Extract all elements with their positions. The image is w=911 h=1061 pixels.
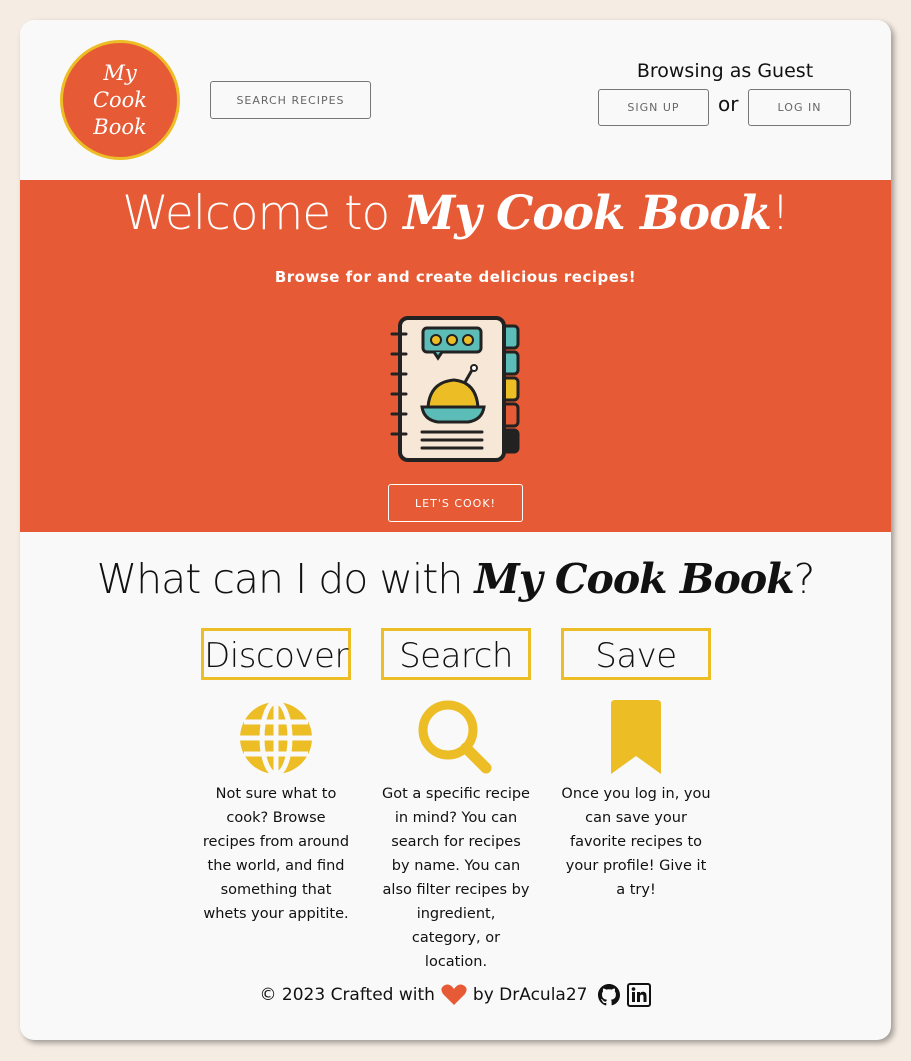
feature-discover: Discover Not sure what to cook? Browse r… xyxy=(201,628,351,926)
or-text: or xyxy=(718,92,739,116)
feature-description: Got a specific recipe in mind? You can s… xyxy=(382,786,530,970)
lets-cook-button[interactable]: LET'S COOK! xyxy=(388,484,523,522)
features-heading: What can I do with My Cook Book? xyxy=(20,555,891,603)
features-heading-suffix: ? xyxy=(793,555,816,603)
search-recipes-button[interactable]: SEARCH RECIPES xyxy=(210,81,371,119)
hero-subtitle: Browse for and create delicious recipes! xyxy=(274,268,637,286)
page-card: My Cook Book SEARCH RECIPES Browsing as … xyxy=(20,20,891,1040)
hero-title-brand: My Cook Book xyxy=(403,186,772,241)
linkedin-icon[interactable] xyxy=(627,983,652,1007)
features-heading-prefix: What can I do with xyxy=(96,555,475,603)
cookbook-illustration xyxy=(390,316,520,462)
footer-suffix: by DrAcula27 xyxy=(472,985,588,1005)
feature-save: Save Once you log in, you can save your … xyxy=(561,628,711,902)
feature-title: Search xyxy=(381,628,531,680)
heart-icon xyxy=(441,984,467,1005)
feature-title: Discover xyxy=(201,628,351,680)
sign-up-button[interactable]: SIGN UP xyxy=(598,89,709,126)
magnifier-icon xyxy=(418,700,492,774)
hero-title-suffix: ! xyxy=(770,186,790,241)
logo[interactable]: My Cook Book xyxy=(60,40,180,160)
globe-icon xyxy=(240,700,312,776)
hero-title-prefix: Welcome to xyxy=(122,186,404,241)
feature-title: Save xyxy=(561,628,711,680)
bookmark-icon xyxy=(611,700,661,774)
feature-search: Search Got a specific recipe in mind? Yo… xyxy=(381,628,531,974)
hero-banner: Welcome to My Cook Book! Browse for and … xyxy=(20,180,891,532)
log-in-button[interactable]: LOG IN xyxy=(748,89,851,126)
guest-status: Browsing as Guest xyxy=(636,60,814,82)
github-icon[interactable] xyxy=(597,983,621,1007)
features-heading-brand: My Cook Book xyxy=(474,555,794,603)
logo-line-1: My xyxy=(103,60,137,85)
logo-line-2: Cook Book xyxy=(92,87,148,139)
feature-description: Not sure what to cook? Browse recipes fr… xyxy=(202,786,350,922)
feature-description: Once you log in, you can save your favor… xyxy=(561,786,711,898)
hero-title: Welcome to My Cook Book! xyxy=(20,186,891,241)
footer-prefix: © 2023 Crafted with xyxy=(259,985,435,1005)
footer: © 2023 Crafted with by DrAcula27 xyxy=(20,983,891,1007)
